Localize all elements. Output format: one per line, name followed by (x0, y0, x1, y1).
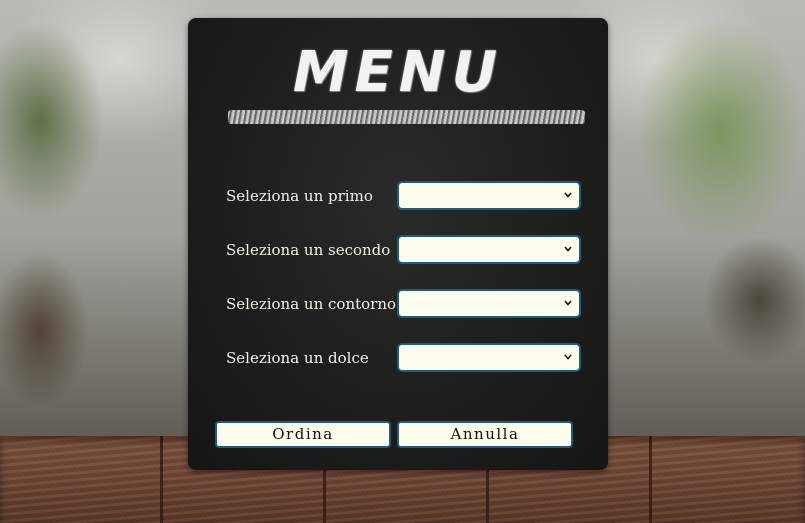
label-primo: Seleziona un primo (226, 187, 373, 205)
row-primo: Seleziona un primo (188, 181, 608, 213)
row-contorno: Seleziona un contorno (188, 289, 608, 321)
chevron-down-icon (564, 246, 572, 252)
chevron-down-icon (564, 192, 572, 198)
chevron-down-icon (564, 300, 572, 306)
row-secondo: Seleziona un secondo (188, 235, 608, 267)
row-dolce: Seleziona un dolce (188, 343, 608, 375)
chalk-underline (228, 110, 585, 124)
menu-title: MENU (292, 40, 504, 105)
select-dolce[interactable] (397, 343, 581, 372)
label-secondo: Seleziona un secondo (226, 241, 391, 259)
label-contorno: Seleziona un contorno (226, 295, 397, 313)
select-primo[interactable] (397, 181, 581, 210)
order-button[interactable]: Ordina (215, 421, 391, 448)
label-dolce: Seleziona un dolce (226, 349, 369, 367)
menu-chalkboard-panel: MENU Seleziona un primo Seleziona un sec… (188, 18, 608, 470)
chevron-down-icon (564, 354, 572, 360)
cancel-button[interactable]: Annulla (397, 421, 573, 448)
select-contorno[interactable] (397, 289, 581, 318)
select-secondo[interactable] (397, 235, 581, 264)
